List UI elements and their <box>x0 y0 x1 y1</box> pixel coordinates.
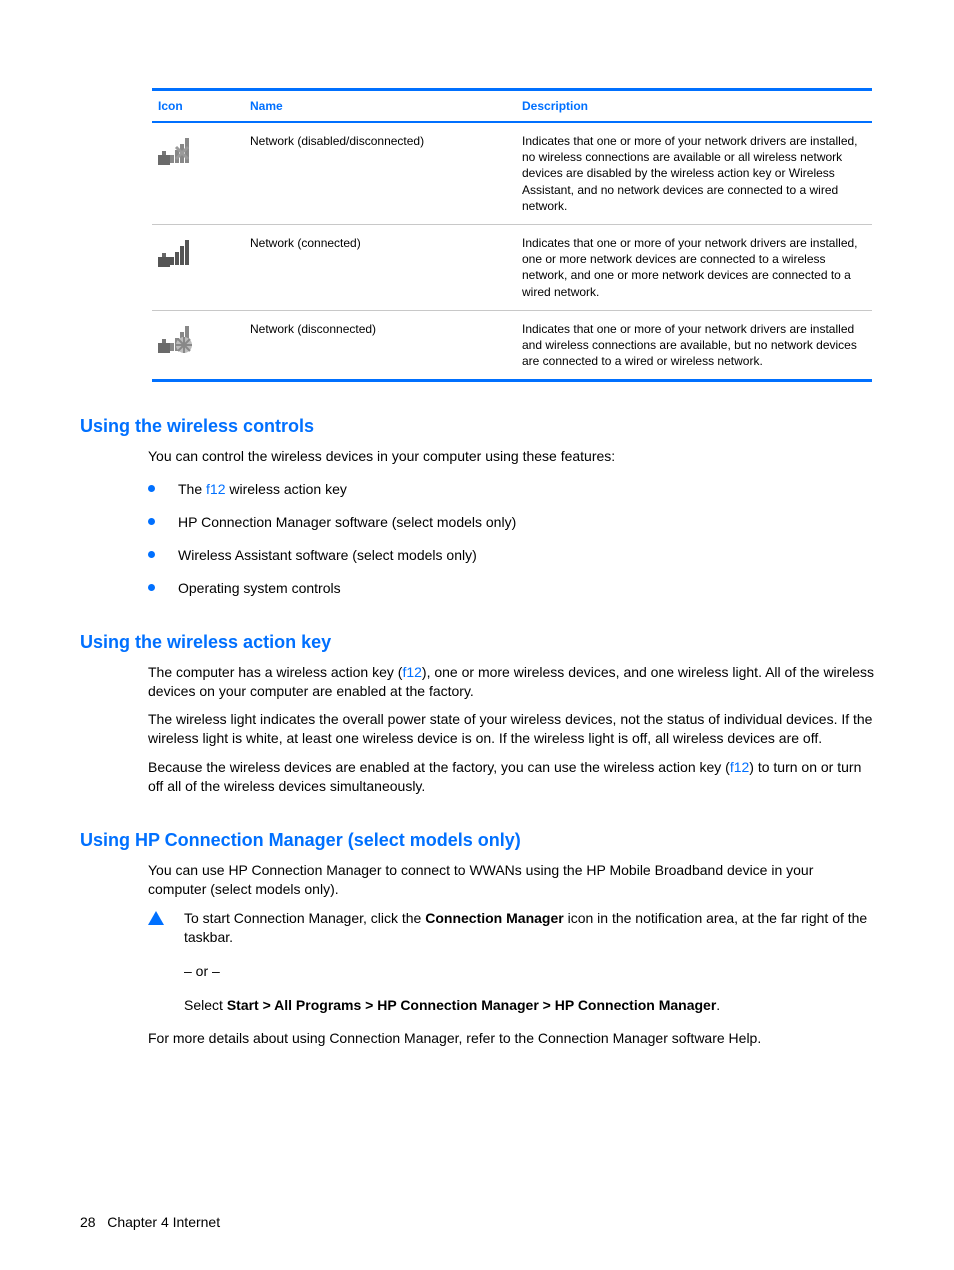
row-desc: Indicates that one or more of your netwo… <box>516 122 872 224</box>
intro-text: You can control the wireless devices in … <box>148 447 874 466</box>
table-row: Network (connected) Indicates that one o… <box>152 224 872 310</box>
icon-cell <box>152 310 244 381</box>
key-label: f12 <box>402 664 421 680</box>
text: The computer has a wireless action key ( <box>148 664 402 680</box>
th-name: Name <box>244 90 516 123</box>
row-desc: Indicates that one or more of your netwo… <box>516 224 872 310</box>
bullet-list: The f12 wireless action key HP Connectio… <box>148 480 874 598</box>
row-name: Network (disabled/disconnected) <box>244 122 516 224</box>
chapter-label: Chapter 4 Internet <box>107 1214 220 1230</box>
th-desc: Description <box>516 90 872 123</box>
text: Select <box>184 997 227 1013</box>
heading-conn-mgr: Using HP Connection Manager (select mode… <box>80 830 874 851</box>
page-number: 28 <box>80 1214 96 1230</box>
triangle-icon <box>148 911 164 925</box>
text: To start Connection Manager, click the <box>184 910 425 926</box>
icon-cell <box>152 224 244 310</box>
bold-text: Connection Manager <box>425 910 563 926</box>
body-wireless-controls: You can control the wireless devices in … <box>148 447 874 597</box>
body-action-key: The computer has a wireless action key (… <box>148 663 874 796</box>
text: The <box>178 481 206 497</box>
bold-text: Start > All Programs > HP Connection Man… <box>227 997 716 1013</box>
paragraph: Because the wireless devices are enabled… <box>148 758 874 796</box>
network-disconnected-icon <box>158 321 198 355</box>
list-item: Wireless Assistant software (select mode… <box>148 546 874 565</box>
paragraph: You can use HP Connection Manager to con… <box>148 861 874 899</box>
text: Because the wireless devices are enabled… <box>148 759 730 775</box>
note-line: To start Connection Manager, click the C… <box>184 909 874 948</box>
row-desc: Indicates that one or more of your netwo… <box>516 310 872 381</box>
key-label: f12 <box>206 481 225 497</box>
network-disabled-icon <box>158 133 198 167</box>
th-icon: Icon <box>152 90 244 123</box>
key-label: f12 <box>730 759 749 775</box>
list-item: HP Connection Manager software (select m… <box>148 513 874 532</box>
body-conn-mgr-2: For more details about using Connection … <box>148 1029 874 1048</box>
table-row: Network (disconnected) Indicates that on… <box>152 310 872 381</box>
paragraph: The computer has a wireless action key (… <box>148 663 874 701</box>
paragraph: For more details about using Connection … <box>148 1029 874 1048</box>
body-conn-mgr: You can use HP Connection Manager to con… <box>148 861 874 899</box>
table-row: Network (disabled/disconnected) Indicate… <box>152 122 872 224</box>
icon-table: Icon Name Description <box>152 88 872 382</box>
page: Icon Name Description <box>0 0 954 1270</box>
network-connected-icon <box>158 235 198 269</box>
note-line: Select Start > All Programs > HP Connect… <box>184 996 874 1016</box>
text: wireless action key <box>225 481 346 497</box>
row-name: Network (disconnected) <box>244 310 516 381</box>
note-or: – or – <box>184 962 874 982</box>
note-block: To start Connection Manager, click the C… <box>148 909 874 1015</box>
heading-action-key: Using the wireless action key <box>80 632 874 653</box>
text: . <box>716 997 720 1013</box>
icon-cell <box>152 122 244 224</box>
row-name: Network (connected) <box>244 224 516 310</box>
list-item: The f12 wireless action key <box>148 480 874 499</box>
paragraph: The wireless light indicates the overall… <box>148 710 874 748</box>
heading-wireless-controls: Using the wireless controls <box>80 416 874 437</box>
list-item: Operating system controls <box>148 579 874 598</box>
page-footer: 28 Chapter 4 Internet <box>80 1214 220 1230</box>
